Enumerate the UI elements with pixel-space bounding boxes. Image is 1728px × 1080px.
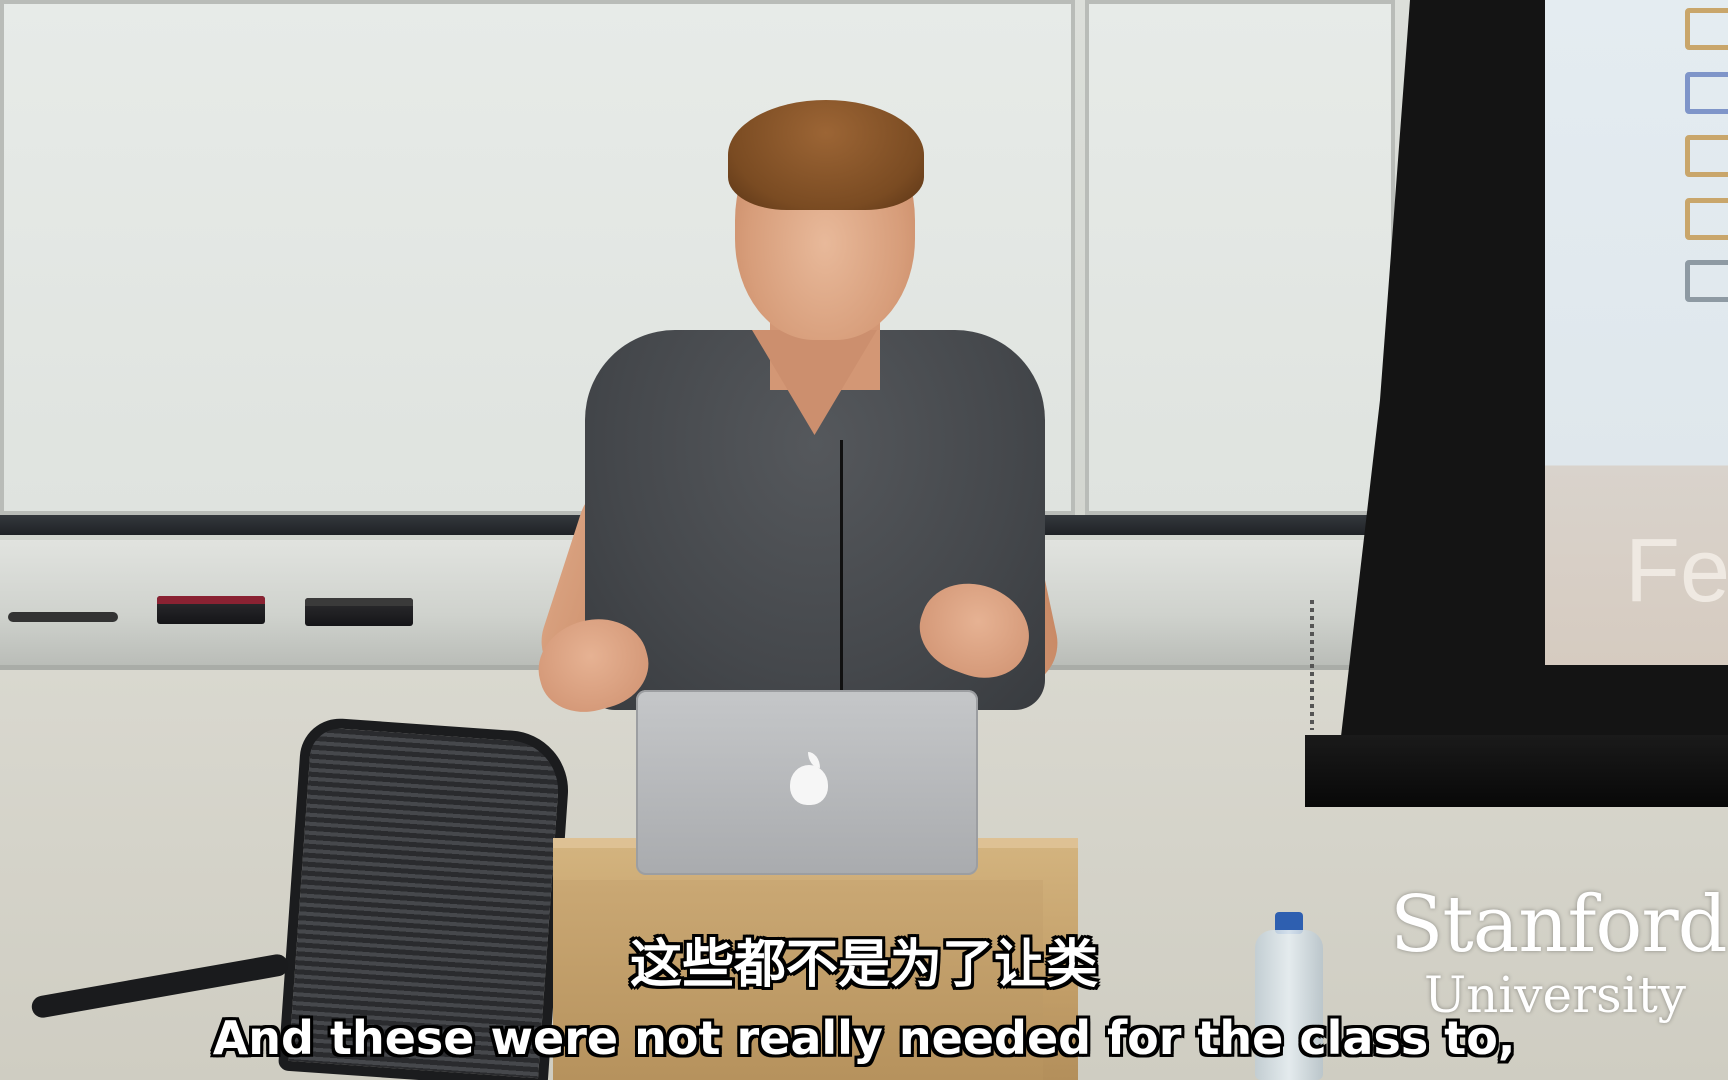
slide-box (1685, 8, 1728, 50)
slide-box (1685, 260, 1728, 302)
microphone-cable (840, 440, 843, 690)
eraser (157, 596, 265, 624)
slide-box (1685, 198, 1728, 240)
slide-box (1685, 135, 1728, 177)
projector-screen-bottom-bar (1305, 735, 1728, 807)
whiteboard-right (1085, 0, 1395, 515)
screen-chain (1310, 600, 1314, 730)
slide-box (1685, 72, 1728, 114)
eraser (305, 598, 413, 626)
slide-text-fragment: Fe (1625, 521, 1728, 621)
subtitle-english: And these were not really needed for the… (212, 1011, 1516, 1065)
video-frame: Fe Stanford University 这些都不是为了让类 And the… (0, 0, 1728, 1080)
speaker-hair (728, 100, 924, 210)
subtitle-chinese: 这些都不是为了让类 (629, 935, 1098, 995)
apple-logo-icon (790, 765, 828, 805)
marker (8, 612, 118, 622)
